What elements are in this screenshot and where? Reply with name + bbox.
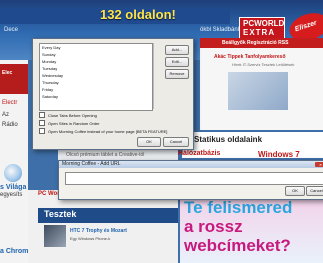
headline-sub-right: ökbl Skladbánl xyxy=(200,27,240,33)
close-icon[interactable]: × xyxy=(315,162,323,167)
network-link[interactable]: Hálózatbázis xyxy=(178,150,220,157)
list-item[interactable]: Saturday xyxy=(40,93,152,100)
url-input[interactable] xyxy=(65,172,323,185)
static-pages-heading: Statikus oldalaink xyxy=(194,135,263,144)
ad-line-2: a rossz xyxy=(184,217,243,236)
url-ok-button[interactable]: OK xyxy=(285,186,305,196)
random-order-label: Open Sites in Random Order xyxy=(48,120,100,126)
pcworld-logo: PCWORLD EXTRA xyxy=(239,17,285,39)
homepage-option[interactable]: Open Morning Coffee instead of your home… xyxy=(39,128,167,134)
tests-title[interactable]: Tesztek xyxy=(44,209,76,219)
add-button[interactable]: Add... xyxy=(165,45,189,55)
left-red-block-text: Elec xyxy=(2,70,13,76)
edit-button[interactable]: Edit... xyxy=(165,57,189,67)
left-label-2: Az xyxy=(2,112,10,118)
windows7-link[interactable]: Windows 7 xyxy=(258,150,300,159)
nav-links-top[interactable]: Beállgyők Regisztráció RSS xyxy=(222,40,288,46)
list-item[interactable]: Friday xyxy=(40,86,152,93)
close-tabs-checkbox[interactable] xyxy=(39,112,45,118)
left-label-1: Electr xyxy=(2,100,18,106)
list-item[interactable]: Tuesday xyxy=(40,65,152,72)
cancel-button[interactable]: Cancel xyxy=(163,137,189,147)
add-url-title: Morning Coffee - Add URL xyxy=(62,161,121,167)
day-listbox[interactable]: Every Day Sunday Monday Tuesday Wednesda… xyxy=(39,43,153,111)
right-hero-image xyxy=(228,72,288,110)
left-red-block xyxy=(0,64,28,94)
tests-headline[interactable]: HTC 7 Trophy és Mozart xyxy=(70,228,127,234)
ad-line-3: webcímeket? xyxy=(184,236,291,255)
headline-text: 132 oldalon! xyxy=(100,7,176,22)
close-tabs-label: Close Tabs Before Opening xyxy=(48,112,97,118)
remove-button[interactable]: Remove xyxy=(165,69,189,79)
morning-coffee-options-dialog: Every Day Sunday Monday Tuesday Wednesda… xyxy=(32,38,194,150)
news-strip-text[interactable]: Olcsó prémium táblet a Creative-tól xyxy=(66,152,144,158)
promo-badge-text: Eliszer xyxy=(294,19,318,34)
homepage-checkbox[interactable] xyxy=(39,128,45,134)
left-label-3: Rádio xyxy=(2,122,18,128)
list-item[interactable]: Thursday xyxy=(40,79,152,86)
ok-button[interactable]: OK xyxy=(137,137,161,147)
random-order-checkbox[interactable] xyxy=(39,120,45,126)
left-blue-line-1[interactable]: s Világa xyxy=(0,184,26,191)
phone-thumbnail xyxy=(44,225,66,247)
close-tabs-option[interactable]: Close Tabs Before Opening xyxy=(39,112,97,118)
random-order-option[interactable]: Open Sites in Random Order xyxy=(39,120,100,126)
headline-sub-left: Dece xyxy=(4,27,19,33)
list-scrollbar[interactable] xyxy=(153,43,154,109)
left-blue-line-2: egyesíts xyxy=(0,192,23,198)
homepage-label: Open Morning Coffee instead of your home… xyxy=(48,128,168,134)
list-item[interactable]: Monday xyxy=(40,58,152,65)
tests-subline: Egy Windows Phone-k xyxy=(70,236,111,241)
left-globe-icon xyxy=(4,164,22,182)
url-cancel-button[interactable]: Cancel xyxy=(306,186,323,196)
list-item[interactable]: Every Day xyxy=(40,44,152,51)
list-item[interactable]: Wednesday xyxy=(40,72,152,79)
add-url-dialog: Morning Coffee - Add URL × OK Cancel xyxy=(58,160,323,200)
nav-links-sub[interactable]: Hírek IT-Szerviz Tesztek Letöltések xyxy=(232,62,294,67)
ad-line-1: Te felismered xyxy=(184,198,293,217)
pcworld-logo-line2: EXTRA xyxy=(243,28,276,37)
nav-links-main[interactable]: Akác Tippek Tanfolyamkereső xyxy=(214,54,286,60)
list-item[interactable]: Sunday xyxy=(40,51,152,58)
pcworld-logo-line1: PCWORLD xyxy=(243,19,285,28)
